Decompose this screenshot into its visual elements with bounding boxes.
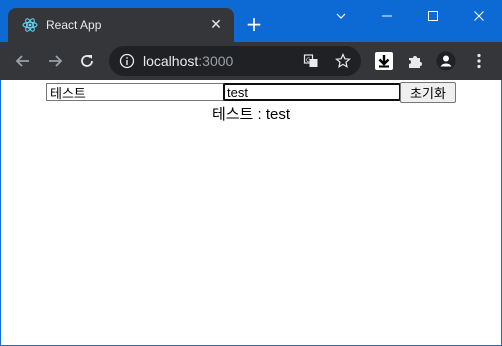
forward-arrow-icon[interactable] xyxy=(45,51,65,71)
minimize-button[interactable] xyxy=(364,0,410,30)
star-icon[interactable] xyxy=(335,53,351,69)
profile-icon[interactable] xyxy=(436,51,456,71)
info-icon[interactable] xyxy=(119,53,135,69)
react-icon xyxy=(22,17,38,33)
tab-react-app[interactable]: React App ✕ xyxy=(8,8,234,42)
browser-toolbar: localhost:3000 G xyxy=(0,42,502,80)
close-window-button[interactable] xyxy=(456,0,502,30)
address-bar[interactable]: localhost:3000 G xyxy=(109,46,361,76)
tab-title: React App xyxy=(46,18,102,32)
page-content: 초기화 테스트 : test xyxy=(1,80,501,345)
kebab-menu-icon[interactable] xyxy=(469,51,489,71)
tab-strip: React App ✕ + xyxy=(0,0,502,42)
name-input[interactable] xyxy=(46,83,225,101)
text-input[interactable] xyxy=(223,83,401,101)
url-port: :3000 xyxy=(198,53,234,69)
result-text: 테스트 : test xyxy=(211,106,291,123)
reset-button[interactable]: 초기화 xyxy=(400,82,456,103)
svg-text:G: G xyxy=(306,57,311,64)
translate-icon[interactable]: G xyxy=(303,53,319,69)
url-text: localhost:3000 xyxy=(143,53,233,69)
tab-search-icon[interactable] xyxy=(318,0,364,30)
new-tab-button[interactable]: + xyxy=(244,14,264,34)
browser-window: React App ✕ + localhost:3000 G 테스트 test … xyxy=(0,0,502,346)
maximize-button[interactable] xyxy=(410,0,456,30)
back-arrow-icon[interactable] xyxy=(13,51,33,71)
reload-icon[interactable] xyxy=(77,51,97,71)
url-host: localhost xyxy=(143,53,199,69)
close-tab-icon[interactable]: ✕ xyxy=(208,17,224,33)
download-extension-icon[interactable] xyxy=(374,51,394,71)
puzzle-icon[interactable] xyxy=(405,51,425,71)
